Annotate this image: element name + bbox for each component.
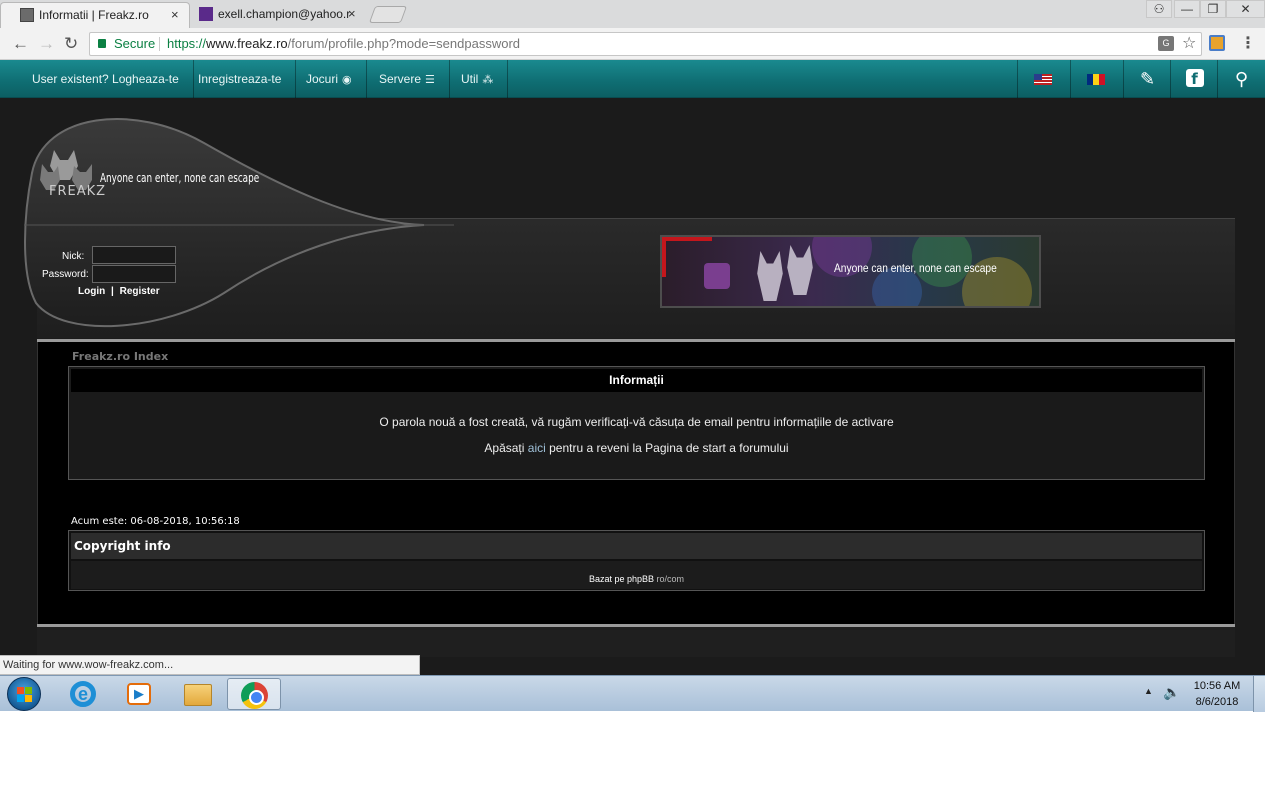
media-player-icon: ▶	[127, 683, 151, 705]
taskbar-chrome[interactable]	[227, 678, 281, 710]
taskbar-file-explorer[interactable]	[170, 678, 224, 710]
new-tab-button[interactable]	[368, 6, 408, 23]
login-links: Login | Register	[78, 286, 160, 297]
header-tagline: Anyone can enter, none can escape	[100, 171, 260, 185]
translate-icon[interactable]: G	[1158, 36, 1174, 51]
lock-icon	[98, 39, 106, 48]
top-navigation: User existent? Logheaza-te Inregistreaza…	[0, 60, 1265, 98]
taskbar-media-player[interactable]: ▶	[112, 678, 166, 710]
nav-util-label: Util	[461, 72, 479, 86]
restore-button[interactable]: ❐	[1200, 0, 1226, 18]
chrome-icon	[241, 682, 268, 709]
url-text[interactable]: https://www.freakz.ro/forum/profile.php?…	[167, 33, 520, 55]
nav-register-label: Inregistreaza-te	[198, 72, 282, 86]
browser-tab-strip: Informatii | Freakz.ro × exell.champion@…	[0, 0, 1265, 28]
tab-informatii[interactable]: Informatii | Freakz.ro ×	[0, 2, 190, 28]
status-bar: Waiting for www.wow-freakz.com...	[0, 655, 420, 675]
taskbar-internet-explorer[interactable]: e	[56, 678, 110, 710]
minimize-button[interactable]: —	[1174, 0, 1200, 18]
birthday-banner[interactable]: Anyone can enter, none can escape	[660, 235, 1041, 308]
close-window-button[interactable]: ✕	[1226, 0, 1265, 18]
return-prefix: Apăsați	[484, 441, 528, 455]
extension-icon[interactable]	[1209, 35, 1225, 51]
nick-label: Nick:	[62, 251, 85, 262]
password-label: Password:	[42, 269, 89, 280]
copyright-box: Copyright info Bazat pe phpBB ro/com	[68, 530, 1205, 591]
tab-title: exell.champion@yahoo.r	[218, 7, 351, 21]
nav-games-link[interactable]: Jocuri ◉	[292, 60, 367, 98]
divider	[159, 37, 160, 51]
copyright-title: Copyright info	[71, 533, 1202, 559]
close-tab-icon[interactable]: ×	[171, 3, 179, 27]
copyright-suffix: ro/com	[654, 574, 685, 584]
sitemap-icon: ⁂	[482, 74, 494, 86]
url-scheme: https://	[167, 36, 207, 51]
forward-arrow-icon[interactable]: →	[38, 34, 55, 54]
windows-taskbar: e ▶ ▲ 🔈 10:56 AM 8/6/2018	[0, 675, 1265, 712]
register-link[interactable]: Register	[120, 286, 160, 297]
freakz-favicon-icon	[20, 8, 34, 22]
cat-mascot-icon	[757, 251, 783, 301]
screen: Informatii | Freakz.ro × exell.champion@…	[0, 0, 1265, 800]
banner-tagline: Anyone can enter, none can escape	[834, 261, 997, 275]
tab-title: Informatii | Freakz.ro	[39, 8, 149, 22]
login-link[interactable]: Login	[78, 286, 105, 297]
nav-register-link[interactable]: Inregistreaza-te	[184, 60, 297, 98]
clock-time[interactable]: 10:56 AM	[1182, 680, 1252, 692]
gamepad-icon: ◉	[342, 74, 352, 86]
show-desktop-button[interactable]	[1253, 676, 1265, 712]
breadcrumb[interactable]: Freakz.ro Index	[72, 350, 168, 363]
info-box-title: Informații	[71, 369, 1202, 392]
secure-label: Secure	[114, 36, 156, 51]
volume-icon[interactable]: 🔈	[1163, 684, 1180, 701]
nav-servers-link[interactable]: Servere ☰	[365, 60, 450, 98]
cat-mascot-icon	[787, 245, 813, 295]
nav-login-link[interactable]: User existent? Logheaza-te	[18, 60, 194, 98]
bookmark-star-icon[interactable]: ☆	[1182, 33, 1196, 55]
nav-servers-label: Servere	[379, 72, 422, 86]
start-button[interactable]	[7, 677, 41, 711]
tab-yahoo-mail[interactable]: exell.champion@yahoo.r ×	[180, 2, 368, 28]
tray-expand-icon[interactable]: ▲	[1144, 686, 1153, 696]
url-path: /forum/profile.php?mode=sendpassword	[287, 36, 521, 51]
phpbb-link[interactable]: Bazat pe phpBB	[589, 574, 654, 584]
internet-explorer-icon: e	[70, 681, 96, 707]
info-box: Informații O parola nouă a fost creată, …	[68, 366, 1205, 480]
logo-drop-shape	[24, 118, 454, 328]
close-tab-icon[interactable]: ×	[348, 2, 356, 26]
yahoo-mail-favicon-icon	[199, 7, 213, 21]
server-list-icon: ☰	[425, 74, 435, 86]
info-message: O parola nouă a fost creată, vă rugăm ve…	[379, 415, 894, 429]
nick-input[interactable]	[92, 246, 176, 264]
profile-icon[interactable]: ⚇	[1146, 0, 1172, 18]
copyright-body: Bazat pe phpBB ro/com	[71, 561, 1202, 589]
return-suffix: pentru a reveni la Pagina de start a for…	[545, 441, 789, 455]
current-time: Acum este: 06-08-2018, 10:56:18	[71, 516, 240, 527]
back-arrow-icon[interactable]: ←	[12, 34, 29, 54]
facebook-icon[interactable]: f	[1170, 60, 1218, 98]
nav-util-link[interactable]: Util ⁂	[447, 60, 509, 98]
main-content: Freakz.ro Index Informații O parola nouă…	[37, 342, 1235, 625]
birthday-cake-icon	[704, 263, 730, 289]
return-message: Apăsați aici pentru a reveni la Pagina d…	[69, 441, 1204, 455]
forum-page: User existent? Logheaza-te Inregistreaza…	[0, 60, 1265, 675]
return-link[interactable]: aici	[528, 441, 546, 455]
theme-brush-icon[interactable]: ✎	[1123, 60, 1171, 98]
password-input[interactable]	[92, 265, 176, 283]
logo-text: FREAKZ	[49, 184, 107, 199]
url-host: www.freakz.ro	[206, 36, 288, 51]
links-separator: |	[111, 286, 114, 297]
footer-panel	[37, 627, 1235, 657]
nav-games-label: Jocuri	[306, 72, 339, 86]
reload-icon[interactable]: ↻	[64, 34, 78, 54]
menu-kebab-icon[interactable]: ⋮	[1240, 33, 1256, 53]
clock-date[interactable]: 8/6/2018	[1182, 696, 1252, 708]
browser-toolbar: ← → ↻ Secure https://www.freakz.ro/forum…	[0, 28, 1265, 60]
address-bar[interactable]: Secure https://www.freakz.ro/forum/profi…	[89, 32, 1202, 56]
folder-icon	[184, 684, 212, 706]
nav-login-label: User existent? Logheaza-te	[32, 72, 179, 86]
romania-flag-icon[interactable]	[1087, 74, 1105, 85]
search-icon[interactable]: ⚲	[1217, 60, 1265, 98]
us-flag-icon[interactable]	[1034, 74, 1052, 85]
